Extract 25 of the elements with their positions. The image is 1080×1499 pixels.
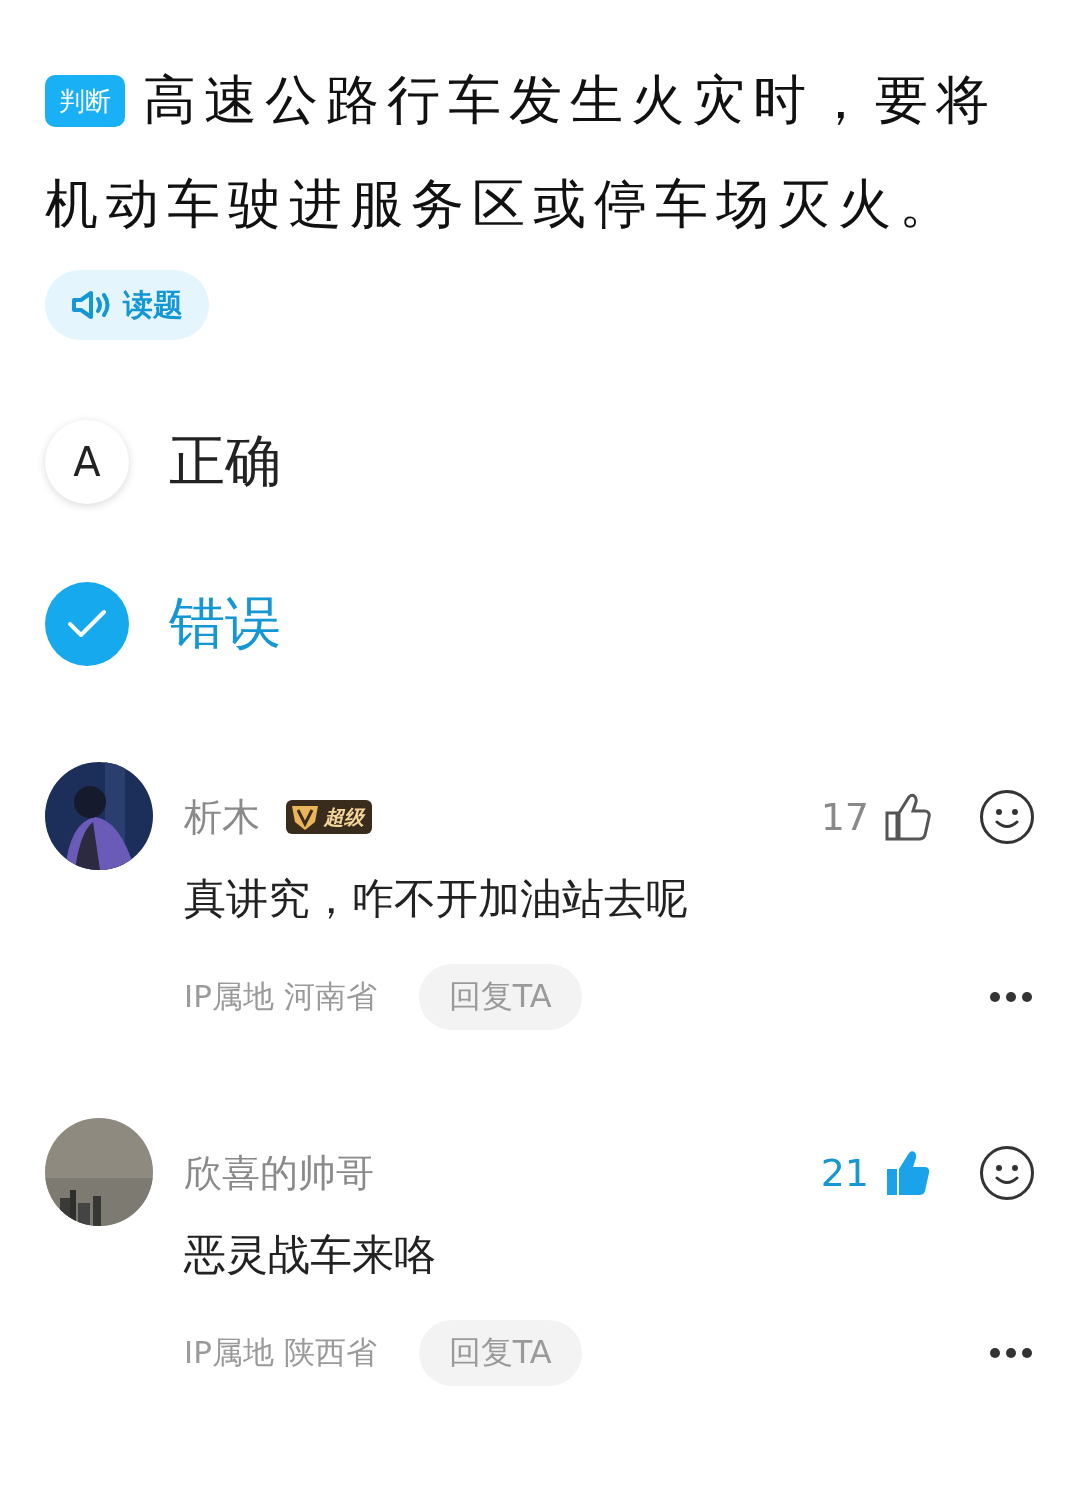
option-text[interactable]: 正确 [169,424,281,500]
like-count: 21 [820,1151,869,1195]
vip-badge: 超级 [286,800,372,834]
user-name[interactable]: 欣喜的帅哥 [184,1147,374,1199]
thumbs-up-icon[interactable] [885,1149,931,1197]
reply-button[interactable]: 回复TA [418,1320,582,1386]
user-name[interactable]: 析木 [184,791,260,843]
option-letter[interactable]: A [45,420,129,504]
shield-v-icon [290,803,320,831]
reply-button[interactable]: 回复TA [418,964,582,1030]
comment-text: 真讲究，咋不开加油站去呢 [184,873,689,925]
option-text[interactable]: 错误 [169,586,281,662]
more-icon[interactable] [989,1347,1033,1359]
more-icon[interactable] [989,991,1033,1003]
ip-location: IP属地 河南省 [184,977,377,1016]
like-count: 17 [820,795,869,839]
emoji-icon[interactable] [979,789,1035,845]
question-type-badge: 判断 [45,75,125,127]
comment-text: 恶灵战车来咯 [184,1229,437,1281]
ip-location: IP属地 陕西省 [184,1333,377,1372]
emoji-icon[interactable] [979,1145,1035,1201]
thumbs-up-icon[interactable] [885,793,931,841]
read-aloud-button[interactable]: 读题 [45,270,209,340]
question-text: 判断 高速公路行车发生火灾时，要将机动车驶进服务区或停车场灭火。 [45,68,998,236]
check-icon [67,609,107,639]
